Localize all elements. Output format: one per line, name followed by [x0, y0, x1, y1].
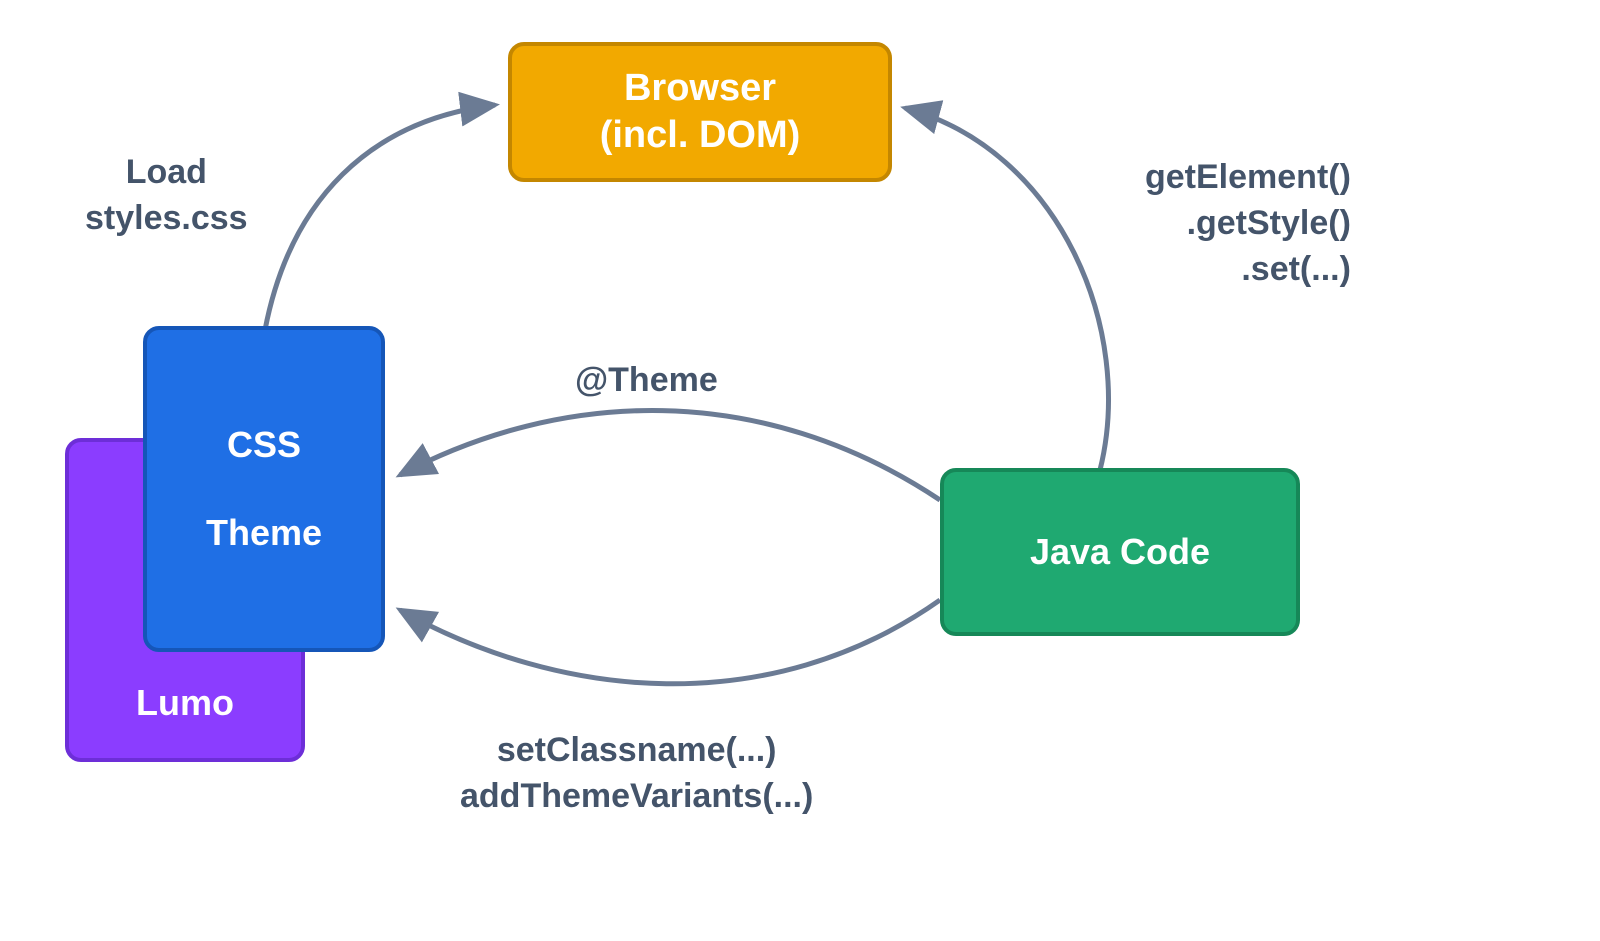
- arrow-java-to-css-classname: [400, 600, 940, 684]
- node-browser: Browser (incl. DOM): [508, 42, 892, 182]
- label-set-classname-line2: addThemeVariants(...): [460, 774, 813, 820]
- label-get-element-line1: getElement(): [1145, 155, 1351, 201]
- label-load-styles: Load styles.css: [85, 150, 248, 242]
- arrow-java-to-css-theme: [400, 411, 940, 500]
- label-load-line2: styles.css: [85, 196, 248, 242]
- arrow-java-to-browser: [905, 108, 1108, 470]
- node-java-code: Java Code: [940, 468, 1300, 636]
- node-browser-line1: Browser: [624, 65, 776, 113]
- node-lumo-label: Lumo: [136, 682, 234, 724]
- label-theme-annotation: @Theme: [575, 358, 718, 404]
- label-load-line1: Load: [85, 150, 248, 196]
- node-java-label: Java Code: [1030, 531, 1210, 573]
- node-browser-line2: (incl. DOM): [600, 112, 801, 160]
- node-css-theme-line1: CSS: [227, 424, 301, 466]
- label-set-classname: setClassname(...) addThemeVariants(...): [460, 728, 813, 820]
- label-set-classname-line1: setClassname(...): [460, 728, 813, 774]
- node-css-theme-line2: Theme: [206, 512, 322, 554]
- label-get-element-line3: .set(...): [1145, 247, 1351, 293]
- node-css-theme: CSS Theme: [143, 326, 385, 652]
- label-get-element-line2: .getStyle(): [1145, 201, 1351, 247]
- label-get-element: getElement() .getStyle() .set(...): [1145, 155, 1351, 293]
- arrow-css-to-browser: [265, 105, 495, 330]
- label-theme-text: @Theme: [575, 358, 718, 404]
